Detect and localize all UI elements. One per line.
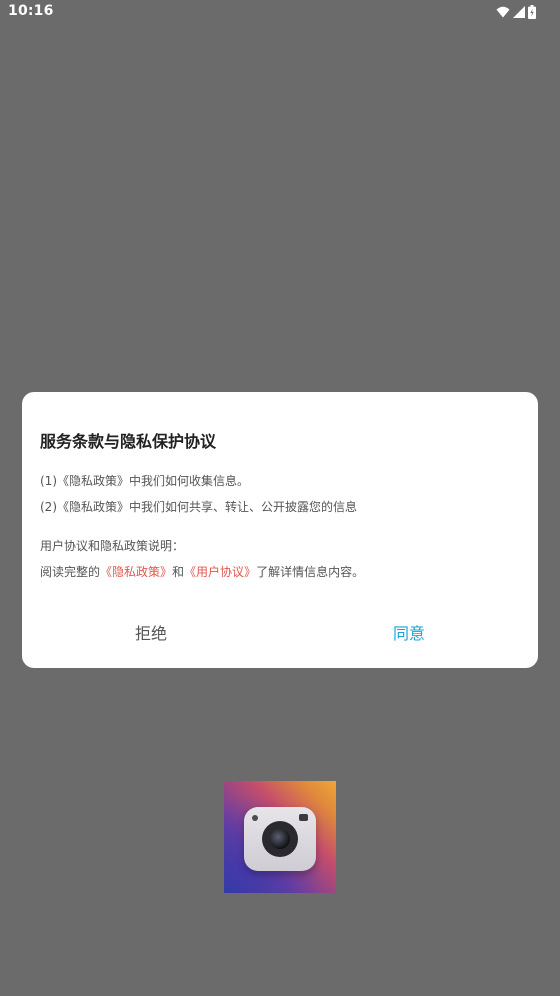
screen-overlay: 10:16 服务条款与隐私保护协议 (1)《隐私政策》中我们如何收集信息。 (2… (0, 0, 560, 996)
privacy-policy-link[interactable]: 《隐私政策》 (100, 565, 172, 579)
user-agreement-link[interactable]: 《用户协议》 (184, 565, 256, 579)
read-full-middle: 和 (172, 565, 185, 579)
read-full-prefix: 阅读完整的 (40, 565, 101, 579)
app-logo (224, 781, 336, 893)
status-time: 10:16 (8, 3, 54, 19)
policy-line-share: (2)《隐私政策》中我们如何共享、转让、公开披露您的信息 (40, 500, 358, 514)
privacy-dialog: 服务条款与隐私保护协议 (1)《隐私政策》中我们如何收集信息。 (2)《隐私政策… (22, 392, 538, 668)
reject-button[interactable]: 拒绝 (22, 614, 280, 654)
policy-description-heading: 用户协议和隐私政策说明： (40, 539, 185, 553)
camera-icon (244, 807, 316, 871)
status-bar: 10:16 (0, 0, 560, 24)
read-full-suffix: 了解详情信息内容。 (256, 565, 365, 579)
cellular-signal-icon (513, 6, 525, 18)
wifi-icon (496, 6, 510, 18)
agree-button[interactable]: 同意 (280, 614, 538, 654)
status-icons (496, 4, 536, 20)
policy-line-collect: (1)《隐私政策》中我们如何收集信息。 (40, 474, 249, 488)
battery-icon (528, 5, 536, 19)
policy-read-full-line: 阅读完整的《隐私政策》和《用户协议》了解详情信息内容。 (40, 563, 364, 580)
dialog-title: 服务条款与隐私保护协议 (40, 432, 217, 451)
